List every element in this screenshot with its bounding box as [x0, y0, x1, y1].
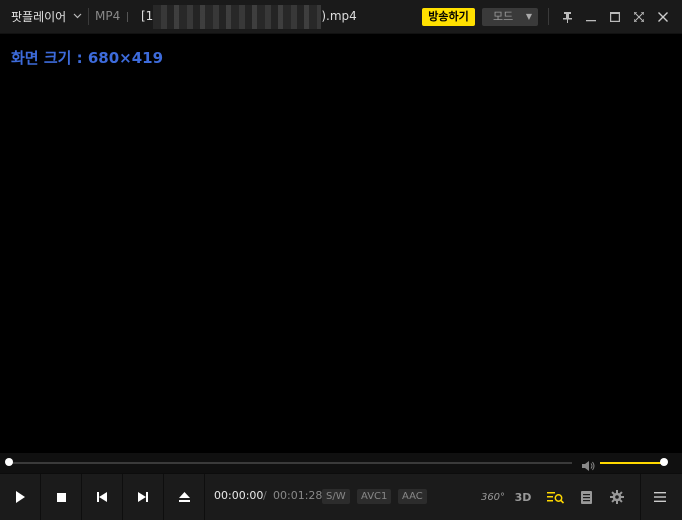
stop-icon — [56, 492, 66, 502]
seek-bar-row — [0, 453, 682, 473]
settings-gear-icon — [610, 490, 624, 504]
total-time[interactable]: 00:01:28 — [273, 474, 322, 520]
minimize-icon — [586, 19, 596, 21]
main-menu-button[interactable] — [645, 474, 675, 520]
3d-icon: 3D — [514, 490, 532, 504]
seek-handle[interactable] — [5, 458, 13, 466]
divider — [88, 8, 89, 25]
close-button[interactable] — [651, 0, 675, 33]
decoder-badge[interactable]: S/W — [322, 489, 350, 504]
divider — [204, 474, 205, 520]
app-menu-button[interactable]: 팟플레이어 — [0, 0, 88, 33]
time-separator: / — [263, 489, 267, 502]
menu-icon — [654, 492, 666, 502]
previous-icon — [97, 492, 107, 502]
eject-icon — [178, 492, 190, 502]
vr-360-button[interactable]: 360° — [478, 474, 508, 520]
next-button[interactable] — [123, 474, 163, 520]
play-icon — [16, 491, 25, 503]
current-time[interactable]: 00:00:00 — [214, 474, 263, 520]
volume-handle[interactable] — [660, 458, 668, 466]
format-label: MP4 — [95, 9, 121, 23]
video-area[interactable]: 화면 크기 : 680×419 — [0, 34, 682, 453]
chapter-list-icon — [580, 490, 592, 504]
seek-bar[interactable] — [9, 462, 572, 464]
file-title: [1 ).mp4 — [141, 0, 357, 33]
volume-icon[interactable] — [582, 457, 596, 471]
chapter-list-button[interactable] — [571, 474, 601, 520]
fullscreen-icon — [634, 11, 644, 22]
volume-level-fill — [600, 462, 664, 464]
pin-icon — [562, 11, 572, 23]
next-icon — [138, 492, 148, 502]
title-bar: 팟플레이어 MP4 [1 ).mp4 방송하기 모드 ▼ — [0, 0, 682, 34]
redacted-filename — [153, 4, 322, 29]
volume-slider[interactable] — [600, 462, 664, 464]
audio-codec-badge[interactable]: AAC — [398, 489, 427, 504]
chevron-down-icon — [73, 12, 82, 22]
broadcast-button[interactable]: 방송하기 — [422, 8, 475, 26]
fullscreen-button[interactable] — [627, 0, 651, 33]
settings-button[interactable] — [602, 474, 632, 520]
control-bar: 00:00:00 / 00:01:28 S/W AVC1 AAC 360° 3D — [0, 473, 682, 520]
screen-size-osd: 화면 크기 : 680×419 — [11, 49, 164, 67]
divider — [640, 474, 641, 520]
video-codec-badge[interactable]: AVC1 — [357, 489, 392, 504]
vr-360-icon: 360° — [480, 491, 506, 503]
mode-dropdown[interactable]: 모드 ▼ — [482, 8, 538, 26]
pin-button[interactable] — [555, 0, 579, 33]
playlist-search-button[interactable] — [540, 474, 570, 520]
3d-button[interactable]: 3D — [508, 474, 538, 520]
app-menu-label: 팟플레이어 — [11, 10, 67, 24]
filename-suffix: ).mp4 — [321, 9, 357, 23]
mode-label: 모드 — [493, 10, 514, 23]
divider — [548, 8, 549, 25]
maximize-icon — [610, 11, 620, 22]
filename-prefix: [1 — [141, 9, 154, 23]
divider — [127, 12, 128, 22]
playlist-search-icon — [546, 491, 564, 504]
minimize-button[interactable] — [579, 0, 603, 33]
play-button[interactable] — [0, 474, 40, 520]
stop-button[interactable] — [41, 474, 81, 520]
close-icon — [658, 11, 668, 22]
chevron-down-icon: ▼ — [525, 12, 532, 21]
previous-button[interactable] — [82, 474, 122, 520]
maximize-button[interactable] — [603, 0, 627, 33]
eject-button[interactable] — [164, 474, 204, 520]
